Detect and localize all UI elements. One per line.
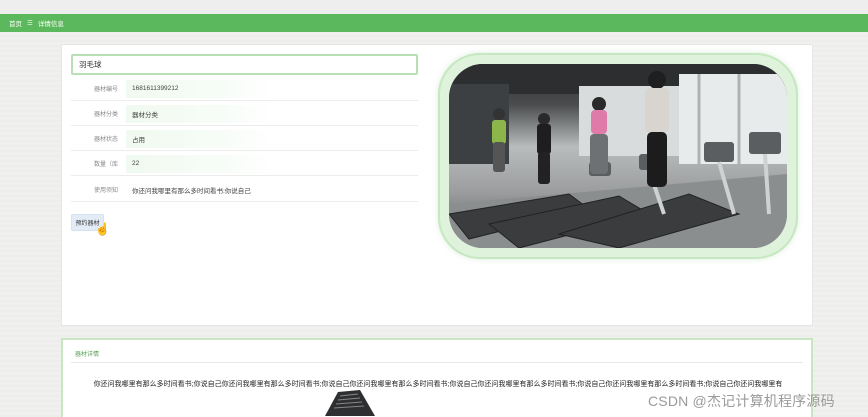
info-value: 1681611399212 [126, 79, 276, 98]
info-value: 你还问我哪里有那么多时间看书;你说自己 [132, 187, 251, 195]
hand-cursor-icon: ☝ [95, 222, 110, 236]
gym-photo [449, 64, 787, 248]
info-label: 器材分类 [93, 112, 118, 118]
info-row-notice: 使用须知 你还问我哪里有那么多时间看书;你说自己 [71, 178, 418, 202]
info-row-category: 器材分类 器材分类 [71, 102, 418, 126]
info-value: 器材分类 [126, 104, 276, 123]
description-text: 你还问我哪里有那么多时间看书;你说自己你还问我哪里有那么多时间看书;你说自己你还… [93, 381, 783, 388]
top-spacer [0, 0, 868, 14]
info-row-quantity: 数量（库 22 [71, 152, 418, 176]
breadcrumb-home[interactable]: 首页 [9, 18, 22, 28]
info-value: 占用 [126, 129, 276, 148]
gym-scene-image [449, 64, 787, 248]
equipment-machine-image [325, 390, 375, 416]
info-value: 22 [126, 154, 276, 173]
breadcrumb: 首页 ☰ 详情信息 [0, 14, 868, 32]
breadcrumb-current: 详情信息 [37, 21, 64, 28]
info-label: 数量（库 [93, 162, 118, 168]
watermark-text: CSDN @杰记计算机程序源码 [648, 393, 835, 409]
info-label: 器材状态 [93, 137, 118, 143]
equipment-photo-frame [438, 53, 798, 259]
breadcrumb-separator: ☰ [27, 20, 33, 27]
info-label: 器材编号 [93, 87, 118, 93]
description-title: 器材详情 [75, 352, 100, 358]
info-row-number: 器材编号 1681611399212 [71, 77, 418, 101]
info-row-status: 器材状态 占用 [71, 127, 418, 151]
equipment-detail-card: 羽毛球 器材编号 1681611399212 器材分类 器材分类 器材状态 占用… [61, 44, 813, 326]
info-label: 使用须知 [93, 188, 118, 194]
divider [71, 362, 803, 363]
equipment-name: 羽毛球 [71, 54, 418, 75]
